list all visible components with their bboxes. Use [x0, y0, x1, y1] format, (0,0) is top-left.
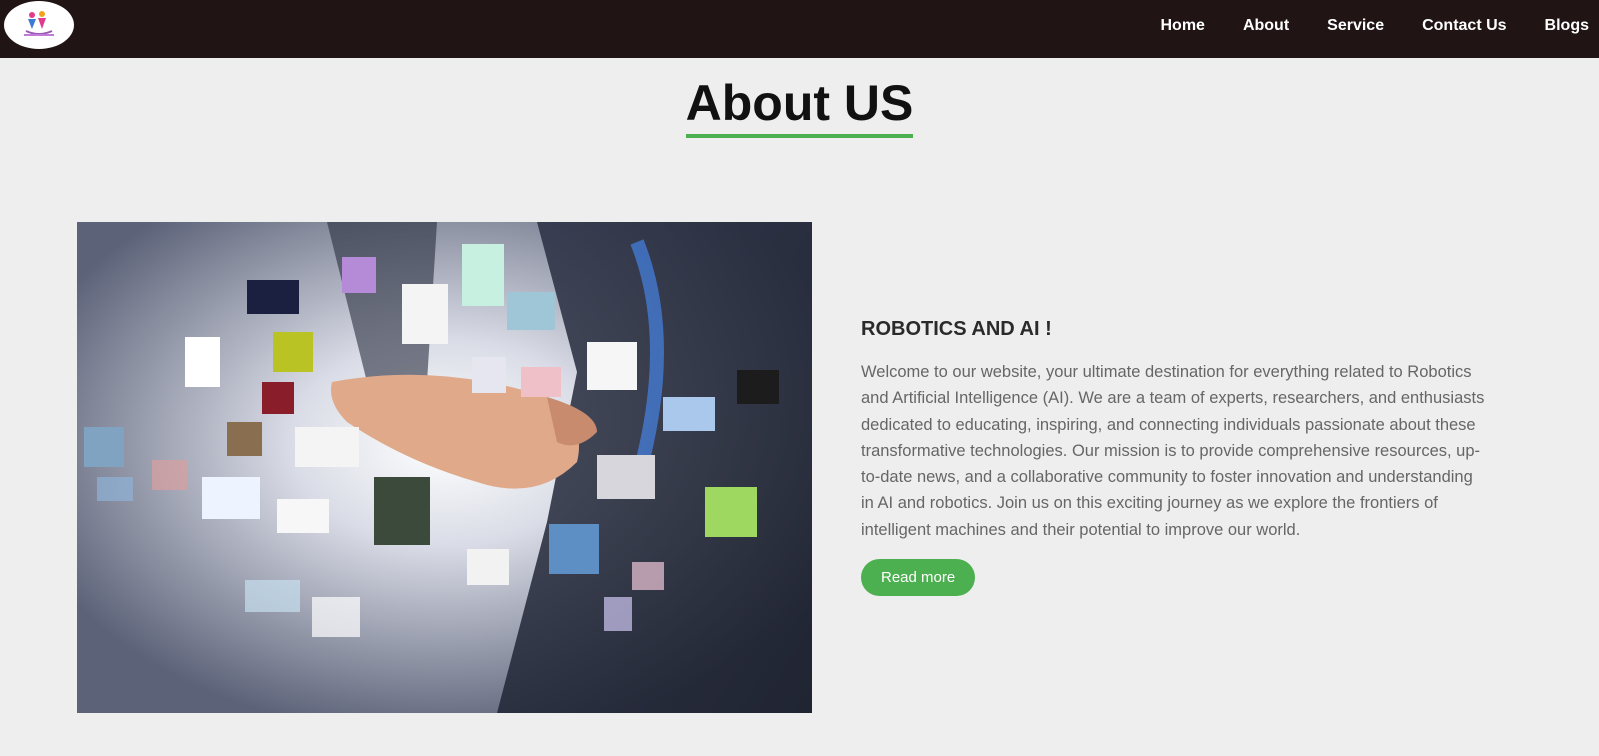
nav-contact-us[interactable]: Contact Us: [1422, 17, 1506, 35]
about-paragraph: Welcome to our website, your ultimate de…: [861, 363, 1485, 539]
nav-blogs[interactable]: Blogs: [1545, 17, 1589, 35]
site-logo[interactable]: [4, 1, 74, 49]
hero-image: [77, 222, 812, 713]
page-title-wrapper: About US: [0, 74, 1599, 138]
read-more-button[interactable]: Read more: [861, 559, 976, 597]
nav-service[interactable]: Service: [1327, 17, 1384, 35]
about-content: ROBOTICS AND AI ! Welcome to our website…: [861, 315, 1486, 597]
nav-about[interactable]: About: [1243, 17, 1289, 35]
about-heading: ROBOTICS AND AI !: [861, 318, 1052, 340]
nav-home[interactable]: Home: [1161, 17, 1205, 35]
navbar: Home About Service Contact Us Blogs: [0, 0, 1599, 58]
page-title: About US: [685, 74, 914, 138]
main-nav: Home About Service Contact Us Blogs: [1123, 0, 1590, 52]
